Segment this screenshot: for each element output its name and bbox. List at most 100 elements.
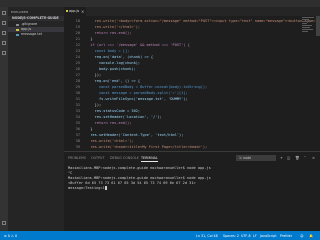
code-text: res.statusCode = 302; [86,108,141,113]
code-text: body.push(chunk); [86,66,136,71]
line-ending-status[interactable]: LF [253,234,257,238]
terminal-line: <Buffer 6d 65 73 73 61 67 65 3d 54 65 73… [68,181,196,185]
line-number: 35 [75,120,80,125]
line-number: 37 [75,132,80,137]
terminal-line: Maximilians-MBP:nodejs-complete-guide ms… [68,176,211,180]
code-text: }); [86,72,102,77]
line-number: 24 [75,54,80,59]
indentation-status[interactable]: Spaces: 2 [223,234,239,238]
split-terminal-icon[interactable]: ◫ [287,156,290,160]
code-text: res.setHeader('Location', '/'); [86,114,162,119]
line-number: 36 [75,126,80,131]
code-text: req.on('end', () => { [86,78,141,83]
cursor-position[interactable]: Ln 31, Col 48 [196,234,218,238]
text-file-icon [16,33,19,36]
code-text: const message = parsedBody.split('=')[1]… [86,90,188,95]
code-text: }); [86,102,102,107]
line-number: 32 [75,102,80,107]
line-number: 19 [75,24,80,29]
tab-app-js[interactable]: app.js × [64,7,86,16]
status-bar: ⊗ 0 ⚠ 0 Ln 31, Col 48 Spaces: 2 UTF-8 LF… [0,231,320,240]
encoding-status[interactable]: UTF-8 [241,234,251,238]
terminal-line-text: message=Testing=1 [68,186,105,190]
line-number: 34 [75,114,80,119]
close-panel-icon[interactable]: × [312,156,315,160]
code-text: res.write('<html>'); [86,138,134,143]
line-number: 25 [75,60,80,65]
line-number: 22 [75,42,80,47]
files-icon[interactable] [2,11,6,15]
editor-scrollbar[interactable] [316,16,320,36]
line-number: 27 [75,72,80,77]
line-number: 39 [75,144,80,149]
project-folder[interactable]: NODEJS-COMPLETE-GUIDE [8,16,64,21]
line-number: 26 [75,66,80,71]
file-item-message-txt[interactable]: message.txt [8,32,64,37]
line-number: 23 [75,48,80,53]
explorer-sidebar: EXPLORER NODEJS-COMPLETE-GUIDE .gitignor… [8,7,64,231]
code-text: console.log(chunk); [86,60,141,65]
prettier-status[interactable]: Prettier [280,234,292,238]
debug-icon[interactable] [2,41,6,45]
javascript-file-icon [66,10,68,12]
trash-icon[interactable]: 🗑 [295,156,300,160]
line-number: 21 [75,36,80,41]
file-name: app.js [21,27,32,31]
terminal-select-value: 1: node [239,156,252,160]
code-text: req.on('data', (chunk) => { [86,54,154,59]
tab-terminal[interactable]: TERMINAL [141,156,158,160]
code-text: const body = []; [86,48,130,53]
activity-bar [0,7,8,231]
problems-status[interactable]: ⊗ 0 ⚠ 0 [4,234,17,238]
title-bar [0,0,320,7]
editor-tab-bar: app.js × [64,7,320,16]
project-folder-label: NODEJS-COMPLETE-GUIDE [12,16,59,20]
line-number: 18 [75,18,80,23]
code-text: if (url === '/message' && method === 'PO… [86,42,190,47]
maximize-panel-icon[interactable]: ˄ [304,156,306,160]
line-number: 30 [75,90,80,95]
terminal-line: ^C [68,171,73,175]
bottom-panel: PROBLEMS OUTPUT DEBUG CONSOLE TERMINAL 1… [64,151,320,231]
tab-close-icon[interactable]: × [81,9,84,14]
code-text: res.setHeader('Content-Type', 'text/html… [86,132,184,137]
source-control-icon[interactable] [2,31,6,35]
code-editor[interactable]: 18 res.write('<body><form action="/messa… [64,16,320,151]
tab-output[interactable]: OUTPUT [91,156,104,160]
add-terminal-icon[interactable]: + [280,156,283,160]
settings-gear-icon[interactable] [2,221,6,225]
bell-icon[interactable]: 🔔 [309,234,313,238]
search-icon[interactable] [2,21,6,25]
feedback-icon[interactable]: ☺ [300,234,303,238]
extensions-icon[interactable] [2,51,6,55]
line-number: 28 [75,78,80,83]
code-text: } [86,126,93,131]
code-text: return res.end(); [86,120,132,125]
gitignore-file-icon [16,23,19,26]
code-text: res.write('<head><title>My First Page</t… [86,144,208,149]
code-text: res.write('</html>'); [86,24,141,29]
line-number: 31 [75,96,80,101]
code-text: fs.writeFileSync('message.txt', 'DUMMY')… [86,96,188,101]
terminal-select[interactable]: 1: node [236,155,276,161]
language-mode[interactable]: JavaScript [260,234,277,238]
code-line[interactable]: 39 res.write('<head><title>My First Page… [64,144,320,150]
terminal-line: Maximilians-MBP:nodejs-complete-guide ms… [68,166,211,170]
explorer-title: EXPLORER [11,10,29,14]
line-number: 20 [75,30,80,35]
tab-label: app.js [69,9,80,13]
terminal-cursor [104,186,107,190]
tab-debug-console[interactable]: DEBUG CONSOLE [110,156,139,160]
tab-problems[interactable]: PROBLEMS [68,156,86,160]
line-number: 29 [75,84,80,89]
code-text: const parsedBody = Buffer.concat(body).t… [86,84,208,89]
line-number: 38 [75,138,80,143]
active-tab-indicator [141,161,158,162]
file-name: .gitignore [21,22,38,26]
code-text: res.write('<body><form action="/message"… [86,18,320,23]
minimap[interactable] [302,16,314,56]
code-text: return res.end(); [86,30,132,35]
terminal-output-line[interactable]: message=Testing=1 [68,186,107,190]
code-text: } [86,36,93,41]
javascript-file-icon [16,28,19,31]
